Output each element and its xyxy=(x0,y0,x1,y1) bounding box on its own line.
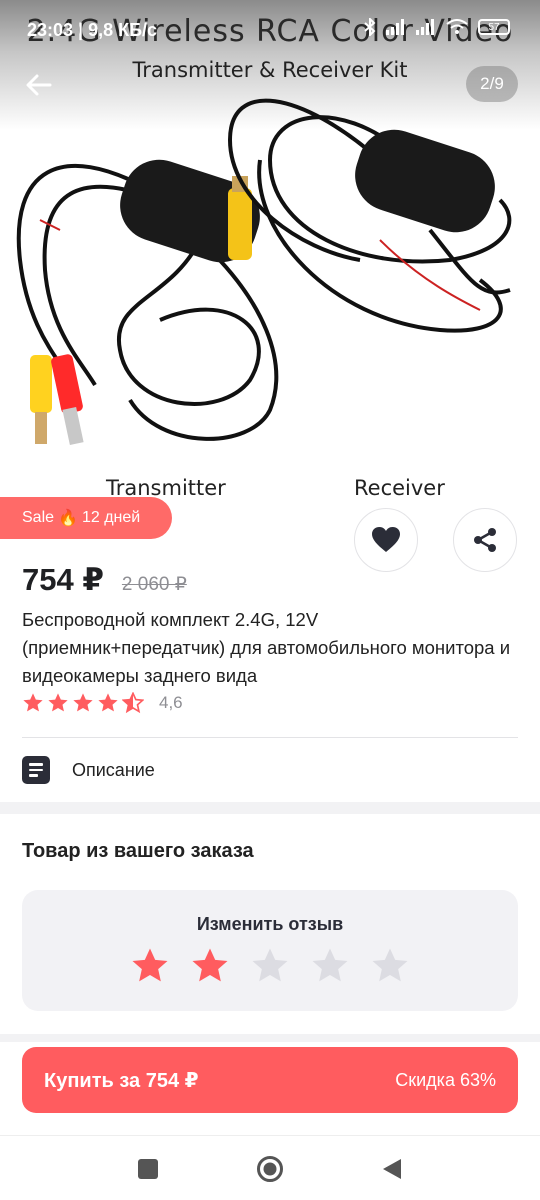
buy-button-label: Купить за 754 ₽ xyxy=(44,1069,199,1092)
heart-icon xyxy=(372,527,400,552)
star-icon-2 xyxy=(48,693,68,712)
review-card: Изменить отзыв xyxy=(22,890,518,1011)
wifi-icon xyxy=(446,19,468,34)
product-screen: 2.4G Wireless RCA Color Video Transmitte… xyxy=(0,0,540,1200)
signal-icon-2 xyxy=(416,19,434,35)
document-icon xyxy=(22,756,50,784)
product-image-gallery[interactable]: 2.4G Wireless RCA Color Video Transmitte… xyxy=(0,0,540,505)
edit-review-label: Изменить отзыв xyxy=(196,914,344,934)
home-button[interactable] xyxy=(255,1154,285,1184)
product-title: Беспроводной комплект 2.4G, 12V (приемни… xyxy=(22,609,511,686)
back-nav-button[interactable] xyxy=(377,1154,407,1184)
share-icon xyxy=(474,528,496,552)
description-label: Описание xyxy=(72,759,155,780)
square-icon xyxy=(138,1159,158,1179)
review-star-3[interactable] xyxy=(250,946,290,986)
review-star-4[interactable] xyxy=(310,946,350,986)
share-button[interactable] xyxy=(453,508,517,572)
buy-button[interactable]: Купить за 754 ₽ Скидка 63% xyxy=(22,1047,518,1113)
description-row[interactable]: Описание xyxy=(22,752,518,788)
price-row: 754 ₽ 2 060 ₽ xyxy=(22,562,187,598)
image-counter: 2/9 xyxy=(466,66,518,102)
star-icon-1 xyxy=(23,693,43,712)
circle-icon xyxy=(257,1156,283,1182)
order-section-title: Товар из вашего заказа xyxy=(22,840,254,862)
status-time: 23:03 | 9,8 КБ/с xyxy=(27,20,158,40)
status-icons: 57 xyxy=(364,18,510,36)
battery-indicator: 57 xyxy=(478,19,510,35)
section-separator xyxy=(0,802,540,814)
sale-badge: Sale 🔥 12 дней xyxy=(0,497,173,539)
system-nav-bar xyxy=(0,1135,540,1200)
triangle-back-icon xyxy=(383,1159,401,1179)
sale-badge-label: Sale xyxy=(22,509,55,526)
review-star-5[interactable] xyxy=(370,946,410,986)
sale-badge-duration: 12 дней xyxy=(81,509,141,526)
old-price: 2 060 ₽ xyxy=(121,574,187,595)
star-icon-3 xyxy=(73,693,93,712)
current-price: 754 ₽ xyxy=(22,562,104,597)
favorite-button[interactable] xyxy=(354,508,418,572)
fire-icon: 🔥 xyxy=(58,510,78,527)
product-photo xyxy=(16,98,512,446)
product-rating[interactable]: 4,6 xyxy=(22,692,183,714)
half-star-icon xyxy=(122,692,144,714)
review-stars xyxy=(22,946,518,986)
rating-value: 4,6 xyxy=(159,693,183,712)
review-star-1[interactable] xyxy=(130,946,170,986)
bluetooth-icon xyxy=(364,18,376,36)
back-button[interactable] xyxy=(22,68,56,102)
arrow-left-icon xyxy=(26,74,52,96)
signal-icon xyxy=(386,19,404,35)
review-star-2[interactable] xyxy=(190,946,230,986)
image-caption-receiver: Receiver xyxy=(354,476,445,500)
star-icon-4 xyxy=(98,693,118,712)
discount-label: Скидка 63% xyxy=(395,1069,496,1090)
recents-button[interactable] xyxy=(133,1154,163,1184)
section-separator-2 xyxy=(0,1034,540,1042)
divider xyxy=(22,737,518,738)
status-bar: 23:03 | 9,8 КБ/с 57 xyxy=(0,0,540,60)
